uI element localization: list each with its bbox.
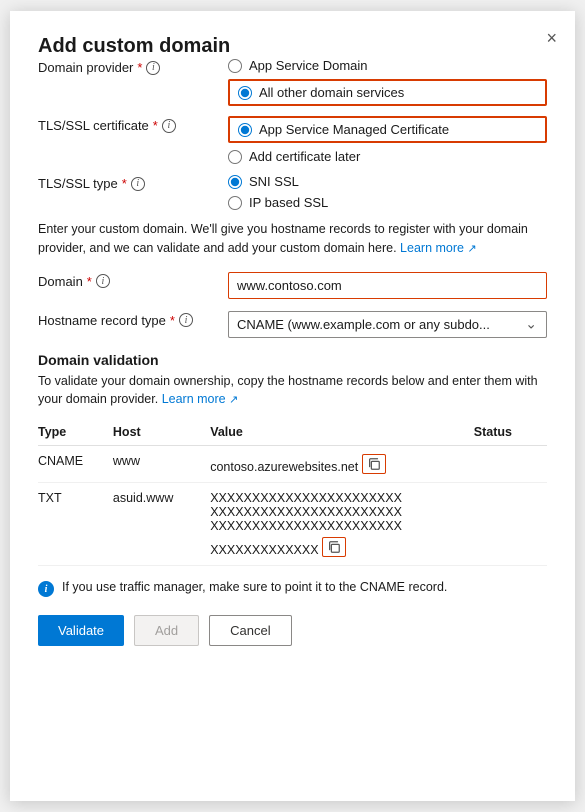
tls-sni-ssl-radio[interactable] — [228, 175, 242, 189]
col-host: Host — [113, 421, 210, 446]
add-button: Add — [134, 615, 199, 646]
hostname-record-type-select-wrapper: CNAME (www.example.com or any subdo...A … — [228, 311, 547, 338]
external-link-icon: ↗ — [467, 243, 476, 255]
tls-managed-cert-box: App Service Managed Certificate — [228, 116, 547, 143]
domain-provider-all-other[interactable]: All other domain services — [238, 85, 404, 100]
domain-field-row: Domain * i — [38, 272, 547, 299]
cell-status — [474, 446, 547, 483]
tls-ssl-cert-label: TLS/SSL certificate * i — [38, 116, 228, 133]
domain-provider-info-icon[interactable]: i — [146, 61, 160, 75]
traffic-notice-text: If you use traffic manager, make sure to… — [62, 580, 447, 594]
table-row: CNAME www contoso.azurewebsites.net — [38, 446, 547, 483]
domain-provider-row: Domain provider * i App Service Domain A… — [38, 58, 547, 106]
table-row: TXT asuid.www XXXXXXXXXXXXXXXXXXXXXXXXXX… — [38, 483, 547, 566]
required-indicator: * — [170, 313, 175, 328]
col-value: Value — [210, 421, 474, 446]
cell-type: TXT — [38, 483, 113, 566]
domain-field-info-icon[interactable]: i — [96, 274, 110, 288]
hostname-record-type-select[interactable]: CNAME (www.example.com or any subdo...A … — [228, 311, 547, 338]
required-indicator: * — [153, 118, 158, 133]
hostname-record-type-row: Hostname record type * i CNAME (www.exam… — [38, 311, 547, 338]
close-button[interactable]: × — [546, 29, 557, 47]
validation-external-link-icon: ↗ — [229, 394, 238, 406]
domain-provider-options: App Service Domain All other domain serv… — [228, 58, 547, 106]
cell-host: asuid.www — [113, 483, 210, 566]
cancel-button[interactable]: Cancel — [209, 615, 291, 646]
domain-provider-radio-app-service[interactable] — [228, 59, 242, 73]
copy-cname-value-button[interactable] — [362, 454, 386, 474]
cell-value: XXXXXXXXXXXXXXXXXXXXXXXXXXXXXXXXXXXXXXXX… — [210, 483, 474, 566]
tls-ssl-type-options: SNI SSL IP based SSL — [228, 174, 547, 210]
required-indicator: * — [87, 274, 92, 289]
cell-type: CNAME — [38, 446, 113, 483]
traffic-notice: i If you use traffic manager, make sure … — [38, 580, 547, 597]
tls-ssl-cert-options: App Service Managed Certificate Add cert… — [228, 116, 547, 164]
tls-ssl-cert-info-icon[interactable]: i — [162, 119, 176, 133]
tls-ssl-type-info-icon[interactable]: i — [131, 177, 145, 191]
cell-value: contoso.azurewebsites.net — [210, 446, 474, 483]
domain-provider-radio-all-other[interactable] — [238, 86, 252, 100]
cell-status — [474, 483, 547, 566]
tls-ssl-type-label: TLS/SSL type * i — [38, 174, 228, 191]
copy-txt-value-button[interactable] — [322, 537, 346, 557]
col-status: Status — [474, 421, 547, 446]
domain-validation-title: Domain validation — [38, 352, 547, 368]
description-block: Enter your custom domain. We'll give you… — [38, 220, 547, 258]
domain-provider-app-service-domain[interactable]: App Service Domain — [228, 58, 547, 73]
hostname-record-type-label: Hostname record type * i — [38, 311, 228, 328]
domain-input-wrapper — [228, 272, 547, 299]
required-indicator: * — [137, 60, 142, 75]
domain-input[interactable] — [228, 272, 547, 299]
tls-add-later-option[interactable]: Add certificate later — [228, 149, 547, 164]
domain-provider-all-other-box: All other domain services — [228, 79, 547, 106]
dialog-title: Add custom domain — [38, 35, 230, 57]
validate-button[interactable]: Validate — [38, 615, 124, 646]
tls-ssl-cert-row: TLS/SSL certificate * i App Service Mana… — [38, 116, 547, 164]
domain-field-label: Domain * i — [38, 272, 228, 289]
tls-ip-ssl-radio[interactable] — [228, 196, 242, 210]
tls-ssl-type-row: TLS/SSL type * i SNI SSL IP based SSL — [38, 174, 547, 210]
tls-managed-cert-option[interactable]: App Service Managed Certificate — [238, 122, 449, 137]
domain-provider-label: Domain provider * i — [38, 58, 228, 75]
learn-more-link[interactable]: Learn more ↗ — [400, 241, 477, 255]
cell-host: www — [113, 446, 210, 483]
add-custom-domain-dialog: Add custom domain × Domain provider * i … — [10, 11, 575, 801]
footer-buttons: Validate Add Cancel — [38, 615, 547, 646]
hostname-record-type-info-icon[interactable]: i — [179, 313, 193, 327]
notice-icon: i — [38, 581, 54, 597]
tls-managed-cert-radio[interactable] — [238, 123, 252, 137]
required-indicator: * — [122, 176, 127, 191]
tls-add-later-radio[interactable] — [228, 150, 242, 164]
tls-sni-ssl-option[interactable]: SNI SSL — [228, 174, 547, 189]
validation-learn-more-link[interactable]: Learn more ↗ — [162, 392, 239, 406]
validation-description: To validate your domain ownership, copy … — [38, 372, 547, 410]
records-table: Type Host Value Status CNAME www contoso… — [38, 421, 547, 566]
col-type: Type — [38, 421, 113, 446]
tls-ip-ssl-option[interactable]: IP based SSL — [228, 195, 547, 210]
